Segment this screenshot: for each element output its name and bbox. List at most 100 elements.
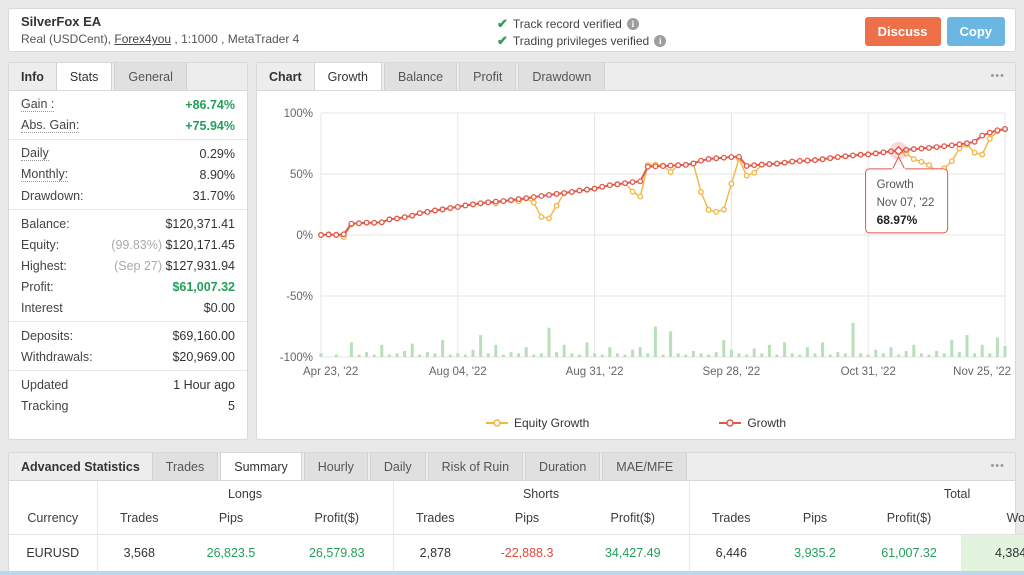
- stat-label-withdrawals: Withdrawals:: [21, 350, 93, 364]
- svg-text:Nov 07, '22: Nov 07, '22: [877, 197, 935, 209]
- tab-chart[interactable]: Chart: [257, 63, 314, 90]
- stat-label-highest: Highest:: [21, 259, 67, 273]
- stat-row-profit: Profit: $61,007.32: [9, 276, 247, 297]
- subtitle-prefix: Real (USDCent),: [21, 32, 114, 46]
- stat-label-abs-gain[interactable]: Abs. Gain:: [21, 118, 79, 133]
- stat-value-profit: $61,007.32: [172, 280, 235, 294]
- tab-growth[interactable]: Growth: [314, 63, 382, 90]
- tab-summary[interactable]: Summary: [220, 453, 301, 480]
- cell-won-10: 4,384 (68%): [961, 535, 1024, 572]
- column-header-currency-0: Currency: [9, 503, 97, 535]
- svg-text:0%: 0%: [296, 230, 313, 242]
- legend-marker-icon: [486, 418, 508, 428]
- tab-profit[interactable]: Profit: [459, 63, 516, 90]
- verified-label: Track record verified: [513, 17, 622, 31]
- stat-row-updated: Updated1 Hour ago: [9, 374, 247, 395]
- column-header-trades-7: Trades: [689, 503, 773, 535]
- column-header-pips-8: Pips: [773, 503, 857, 535]
- stat-prefix-highest: (Sep 27): [114, 259, 165, 273]
- tab-balance[interactable]: Balance: [384, 63, 457, 90]
- stat-value-equity: $120,171.45: [165, 238, 235, 252]
- stat-row-tracking: Tracking 5: [9, 395, 247, 416]
- stats-rows: Gain :+86.74%Abs. Gain:+75.94% Daily 0.29%…: [9, 91, 247, 419]
- tab-hourly[interactable]: Hourly: [304, 453, 368, 480]
- legend-label: Growth: [747, 416, 786, 430]
- verified-row: ✔ Track record verified i: [497, 15, 666, 32]
- stats-group: Daily0.29%Monthly:8.90%Drawdown:31.70%: [9, 140, 247, 210]
- advanced-stats-tabs-bar: Advanced Statistics TradesSummaryHourlyD…: [9, 453, 1015, 481]
- stat-label-monthly[interactable]: Monthly:: [21, 167, 68, 182]
- legend-item-equity-growth[interactable]: Equity Growth: [486, 416, 589, 430]
- broker-link[interactable]: Forex4you: [114, 32, 171, 46]
- column-header-trades-1: Trades: [97, 503, 181, 535]
- cell-pips-5: -22,888.3: [477, 535, 577, 572]
- discuss-button[interactable]: Discuss: [865, 17, 941, 46]
- group-header-shorts: Shorts: [393, 481, 689, 503]
- table-row-eurusd: EURUSD3,56826,823.526,579.832,878-22,888…: [9, 535, 1024, 572]
- tab-info[interactable]: Info: [9, 63, 56, 90]
- tab-risk-of-ruin[interactable]: Risk of Ruin: [428, 453, 523, 480]
- cell-pips-8: 3,935.2: [773, 535, 857, 572]
- chart-tooltip: Growth Nov 07, '22 68.97%: [866, 157, 948, 233]
- account-subtitle: Real (USDCent), Forex4you , 1:1000 , Met…: [21, 32, 299, 46]
- stat-row-deposits: Deposits:$69,160.00: [9, 325, 247, 346]
- stat-row-balance: Balance:$120,371.41: [9, 213, 247, 234]
- stat-row-interest: Interest$0.00: [9, 297, 247, 318]
- growth-chart[interactable]: 100% 50% 0% -50% -100% Apr 23, '22Aug 04, '22…: [257, 91, 1015, 411]
- table-menu-icon[interactable]: •••: [990, 453, 1015, 480]
- x-axis-labels: Apr 23, '22Aug 04, '22Aug 31, '22Sep 28,…: [303, 366, 1011, 378]
- tab-daily[interactable]: Daily: [370, 453, 426, 480]
- stat-label-daily[interactable]: Daily: [21, 146, 49, 161]
- bottom-scroll-strip: [0, 571, 1024, 575]
- account-title: SilverFox EA: [21, 14, 299, 29]
- stat-value-interest: $0.00: [204, 301, 235, 315]
- stat-label-tracking: Tracking: [21, 399, 68, 413]
- tab-mae-mfe[interactable]: MAE/MFE: [602, 453, 687, 480]
- legend-item-growth[interactable]: Growth: [719, 416, 786, 430]
- column-header-pips-5: Pips: [477, 503, 577, 535]
- chart-panel: Chart GrowthBalanceProfitDrawdown ••• 10…: [256, 62, 1016, 440]
- svg-text:Nov 25, '22: Nov 25, '22: [953, 366, 1011, 378]
- stat-value-highest: $127,931.94: [165, 259, 235, 273]
- info-icon[interactable]: i: [627, 18, 639, 30]
- verified-label: Trading privileges verified: [513, 34, 649, 48]
- svg-text:Oct 31, '22: Oct 31, '22: [841, 366, 896, 378]
- stat-row-withdrawals: Withdrawals: $20,969.00: [9, 346, 247, 367]
- stats-group: Updated1 Hour ago Tracking 5: [9, 371, 247, 419]
- chart-legend: Equity Growth Growth: [257, 411, 1015, 435]
- stat-label-gain[interactable]: Gain :: [21, 97, 54, 112]
- cell-trades-7: 6,446: [689, 535, 773, 572]
- tab-drawdown[interactable]: Drawdown: [518, 63, 605, 90]
- chart-menu-icon[interactable]: •••: [990, 63, 1015, 90]
- stat-value-tracking: 5: [228, 399, 235, 413]
- cell-profit-3: 26,579.83: [281, 535, 393, 572]
- stat-value-daily: 0.29%: [200, 147, 235, 161]
- tab-trades[interactable]: Trades: [152, 453, 218, 480]
- cell-profit-6: 34,427.49: [577, 535, 689, 572]
- y-axis-labels: 100% 50% 0% -50% -100%: [280, 108, 313, 364]
- copy-button[interactable]: Copy: [947, 17, 1006, 46]
- legend-marker-icon: [719, 418, 741, 428]
- tab-stats[interactable]: Stats: [56, 63, 113, 90]
- svg-text:Growth: Growth: [877, 179, 914, 191]
- stat-value-deposits: $69,160.00: [172, 329, 235, 343]
- column-header-profit-6: Profit($): [577, 503, 689, 535]
- stats-group: Gain :+86.74%Abs. Gain:+75.94%: [9, 91, 247, 140]
- tab-duration[interactable]: Duration: [525, 453, 600, 480]
- svg-text:50%: 50%: [290, 169, 313, 181]
- svg-text:-100%: -100%: [280, 352, 313, 364]
- svg-text:100%: 100%: [284, 108, 313, 120]
- svg-text:68.97%: 68.97%: [877, 213, 918, 227]
- stats-panel: Info StatsGeneral Gain :+86.74%Abs. Gain…: [8, 62, 248, 440]
- tab-general[interactable]: General: [114, 63, 186, 90]
- check-icon: ✔: [497, 16, 508, 32]
- info-icon[interactable]: i: [654, 35, 666, 47]
- svg-text:-50%: -50%: [286, 291, 313, 303]
- cell-profit-9: 61,007.32: [857, 535, 961, 572]
- stat-row-daily: Daily 0.29%: [9, 143, 247, 164]
- stats-group: Balance:$120,371.41Equity:(99.83%) $120,…: [9, 210, 247, 322]
- stat-label-profit: Profit:: [21, 280, 54, 294]
- svg-text:Sep 28, '22: Sep 28, '22: [702, 366, 760, 378]
- stat-row-equity: Equity:(99.83%) $120,171.45: [9, 234, 247, 255]
- stat-value-withdrawals: $20,969.00: [172, 350, 235, 364]
